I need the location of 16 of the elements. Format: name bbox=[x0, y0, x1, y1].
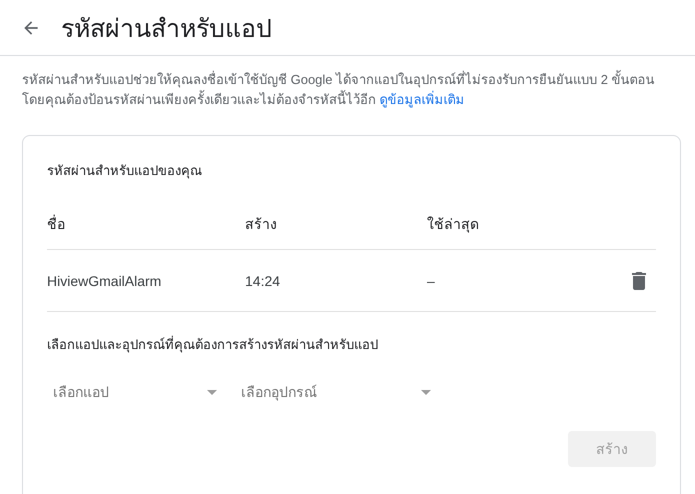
table-cell-text: HiviewGmailAlarm bbox=[47, 272, 162, 288]
column-header: ชื่อ bbox=[47, 214, 66, 234]
table-cell-text: 14:24 bbox=[245, 272, 282, 288]
card-title: รหัสผ่านสำหรับแอปของคุณ bbox=[47, 162, 203, 180]
page-title: รหัสผ่านสำหรับแอป bbox=[61, 14, 272, 44]
table-cell-text: – bbox=[427, 272, 436, 288]
dropdown[interactable]: เลือกแอป bbox=[47, 373, 217, 411]
description-text: รหัสผ่านสำหรับแอปช่วยให้คุณลงชื่อเข้าใช้บัญชี Google ได้จากแอปในอุปกรณ์ที่ไม่รองรับการยืนยันแบบ 2 ขั้นตอน โดยคุณต้องป้อนรหัสผ่านเพียงครั้งเดียวและไม่ต้องจำรหัสนี้ไว้อีก ดูข้อมูลเพิ่มเติม bbox=[22, 70, 656, 110]
column-header: ใช้ล่าสุด bbox=[427, 215, 480, 235]
column-header: สร้าง bbox=[245, 215, 278, 234]
caret-icon bbox=[207, 390, 217, 394]
instruction-text: เลือกแอปและอุปกรณ์ที่คุณต้องการสร้างรหัสผ่านสำหรับแอป bbox=[47, 334, 379, 354]
trash-icon[interactable] bbox=[632, 272, 646, 290]
learn-more-link[interactable]: ดูข้อมูลเพิ่มเติม bbox=[380, 92, 465, 107]
dropdown[interactable]: เลือกอุปกรณ์ bbox=[235, 373, 431, 411]
caret-icon bbox=[421, 390, 431, 394]
